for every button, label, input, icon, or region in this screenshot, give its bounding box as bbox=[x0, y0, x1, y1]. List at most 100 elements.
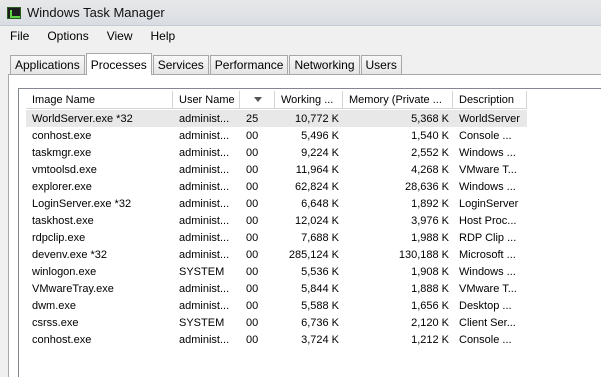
tab-services[interactable]: Services bbox=[152, 55, 209, 74]
table-row[interactable]: rdpclip.exe administ... 00 7,688 K 1,988 K RD… bbox=[26, 229, 527, 246]
table-row[interactable]: csrss.exe SYSTEM 00 6,736 K 2,120 K Client Se… bbox=[26, 314, 527, 331]
working-set-cell: 9,224 K bbox=[301, 146, 339, 159]
description-cell: VMware T... bbox=[459, 282, 517, 295]
table-row[interactable]: winlogon.exe SYSTEM 00 5,536 K 1,908 K Window… bbox=[26, 263, 527, 280]
session-cell: 00 bbox=[246, 197, 259, 210]
tab-processes[interactable]: Processes bbox=[85, 53, 152, 75]
working-set-cell: 11,964 K bbox=[295, 163, 339, 176]
image-name-cell: taskmgr.exe bbox=[32, 146, 92, 159]
description-cell: VMware T... bbox=[459, 163, 517, 176]
working-set-cell: 6,736 K bbox=[301, 316, 339, 329]
memory-cell: 1,540 K bbox=[411, 129, 449, 142]
memory-cell: 2,120 K bbox=[411, 316, 449, 329]
session-cell: 00 bbox=[246, 231, 259, 244]
memory-cell: 3,976 K bbox=[411, 214, 449, 227]
session-cell: 00 bbox=[246, 299, 259, 312]
memory-cell: 4,268 K bbox=[411, 163, 449, 176]
description-cell: Windows ... bbox=[459, 265, 516, 278]
menu-view[interactable]: View bbox=[97, 29, 141, 43]
memory-cell: 2,552 K bbox=[411, 146, 449, 159]
working-set-cell: 285,124 K bbox=[288, 248, 339, 261]
user-name-cell: administ... bbox=[179, 299, 230, 312]
user-name-cell: administ... bbox=[179, 333, 230, 346]
table-row[interactable]: WorldServer.exe *32 administ... 25 10,772 K… bbox=[26, 110, 527, 127]
title-bar: Windows Task Manager bbox=[0, 0, 601, 26]
session-cell: 00 bbox=[246, 316, 259, 329]
table-row[interactable]: devenv.exe *32 administ... 00 285,124 K 130,… bbox=[26, 246, 527, 263]
table-row[interactable]: vmtoolsd.exe administ... 00 11,964 K 4,268 K… bbox=[26, 161, 527, 178]
memory-cell: 28,636 K bbox=[404, 180, 449, 193]
user-name-cell: administ... bbox=[179, 180, 230, 193]
menu-options[interactable]: Options bbox=[37, 29, 96, 43]
table-row[interactable]: LoginServer.exe *32 administ... 00 6,648 K 1… bbox=[26, 195, 527, 212]
user-name-cell: administ... bbox=[179, 112, 230, 125]
working-set-cell: 10,772 K bbox=[294, 112, 339, 125]
memory-cell: 1,888 K bbox=[411, 282, 449, 295]
image-name-cell: conhost.exe bbox=[32, 129, 92, 142]
table-row[interactable]: taskmgr.exe administ... 00 9,224 K 2,552 K Wi… bbox=[26, 144, 527, 161]
column-user-name[interactable]: User Name bbox=[173, 91, 240, 109]
description-cell: Windows ... bbox=[459, 180, 516, 193]
description-cell: Windows ... bbox=[459, 146, 516, 159]
memory-cell: 1,908 K bbox=[411, 265, 449, 278]
description-cell: Desktop ... bbox=[459, 299, 512, 312]
menu-file[interactable]: File bbox=[0, 29, 37, 43]
image-name-cell: devenv.exe *32 bbox=[32, 248, 108, 261]
memory-cell: 130,188 K bbox=[398, 248, 449, 261]
description-cell: Host Proc... bbox=[459, 214, 517, 227]
tab-networking[interactable]: Networking bbox=[289, 55, 360, 74]
tab-applications[interactable]: Applications bbox=[10, 55, 85, 74]
working-set-cell: 7,688 K bbox=[301, 231, 339, 244]
working-set-cell: 5,588 K bbox=[301, 299, 339, 312]
table-row[interactable]: dwm.exe administ... 00 5,588 K 1,656 K Deskto… bbox=[26, 297, 527, 314]
user-name-cell: administ... bbox=[179, 248, 230, 261]
session-cell: 00 bbox=[246, 163, 259, 176]
image-name-cell: winlogon.exe bbox=[32, 265, 97, 278]
session-cell: 00 bbox=[246, 180, 259, 193]
session-cell: 00 bbox=[246, 265, 259, 278]
working-set-cell: 6,648 K bbox=[301, 197, 339, 210]
tab-users[interactable]: Users bbox=[360, 55, 402, 74]
table-row[interactable]: explorer.exe administ... 00 62,824 K 28,636 … bbox=[26, 178, 527, 195]
user-name-cell: administ... bbox=[179, 129, 230, 142]
user-name-cell: administ... bbox=[179, 163, 230, 176]
menu-bar: File Options View Help bbox=[0, 26, 601, 46]
memory-cell: 1,988 K bbox=[411, 231, 449, 244]
user-name-cell: administ... bbox=[179, 197, 230, 210]
working-set-cell: 3,724 K bbox=[301, 333, 339, 346]
description-cell: Console ... bbox=[459, 129, 512, 142]
image-name-cell: explorer.exe bbox=[32, 180, 92, 193]
column-image-name[interactable]: Image Name bbox=[26, 91, 173, 109]
menu-help[interactable]: Help bbox=[141, 29, 184, 43]
description-cell: Console ... bbox=[459, 333, 512, 346]
image-name-cell: WorldServer.exe *32 bbox=[32, 112, 133, 125]
window-title: Windows Task Manager bbox=[27, 5, 165, 20]
working-set-cell: 5,844 K bbox=[301, 282, 339, 295]
column-session[interactable] bbox=[240, 91, 275, 109]
user-name-cell: administ... bbox=[179, 214, 230, 227]
working-set-cell: 62,824 K bbox=[294, 180, 339, 193]
description-cell: Client Ser... bbox=[459, 316, 516, 329]
column-working-set[interactable]: Working ... bbox=[275, 91, 343, 109]
tab-performance[interactable]: Performance bbox=[209, 55, 289, 74]
image-name-cell: rdpclip.exe bbox=[32, 231, 86, 244]
table-row[interactable]: VMwareTray.exe administ... 00 5,844 K 1,888 … bbox=[26, 280, 527, 297]
table-row[interactable]: conhost.exe administ... 00 5,496 K 1,540 K Co… bbox=[26, 127, 527, 144]
table-row[interactable]: taskhost.exe administ... 00 12,024 K 3,976 K… bbox=[26, 212, 527, 229]
process-list[interactable]: Image Name User Name Working ... Memory … bbox=[18, 88, 601, 377]
user-name-cell: administ... bbox=[179, 231, 230, 244]
image-name-cell: VMwareTray.exe bbox=[32, 282, 114, 295]
session-cell: 00 bbox=[246, 146, 259, 159]
memory-cell: 5,368 K bbox=[411, 112, 449, 125]
column-description[interactable]: Description bbox=[453, 91, 527, 109]
working-set-cell: 5,496 K bbox=[301, 129, 339, 142]
column-memory-private[interactable]: Memory (Private ... bbox=[343, 91, 453, 109]
user-name-cell: SYSTEM bbox=[179, 265, 225, 278]
sort-descending-icon bbox=[254, 97, 262, 102]
session-cell: 25 bbox=[246, 112, 259, 125]
session-cell: 00 bbox=[246, 248, 259, 261]
image-name-cell: taskhost.exe bbox=[32, 214, 94, 227]
image-name-cell: conhost.exe bbox=[32, 333, 92, 346]
table-row[interactable]: conhost.exe administ... 00 3,724 K 1,212 K Co… bbox=[26, 331, 527, 348]
image-name-cell: csrss.exe bbox=[32, 316, 79, 329]
